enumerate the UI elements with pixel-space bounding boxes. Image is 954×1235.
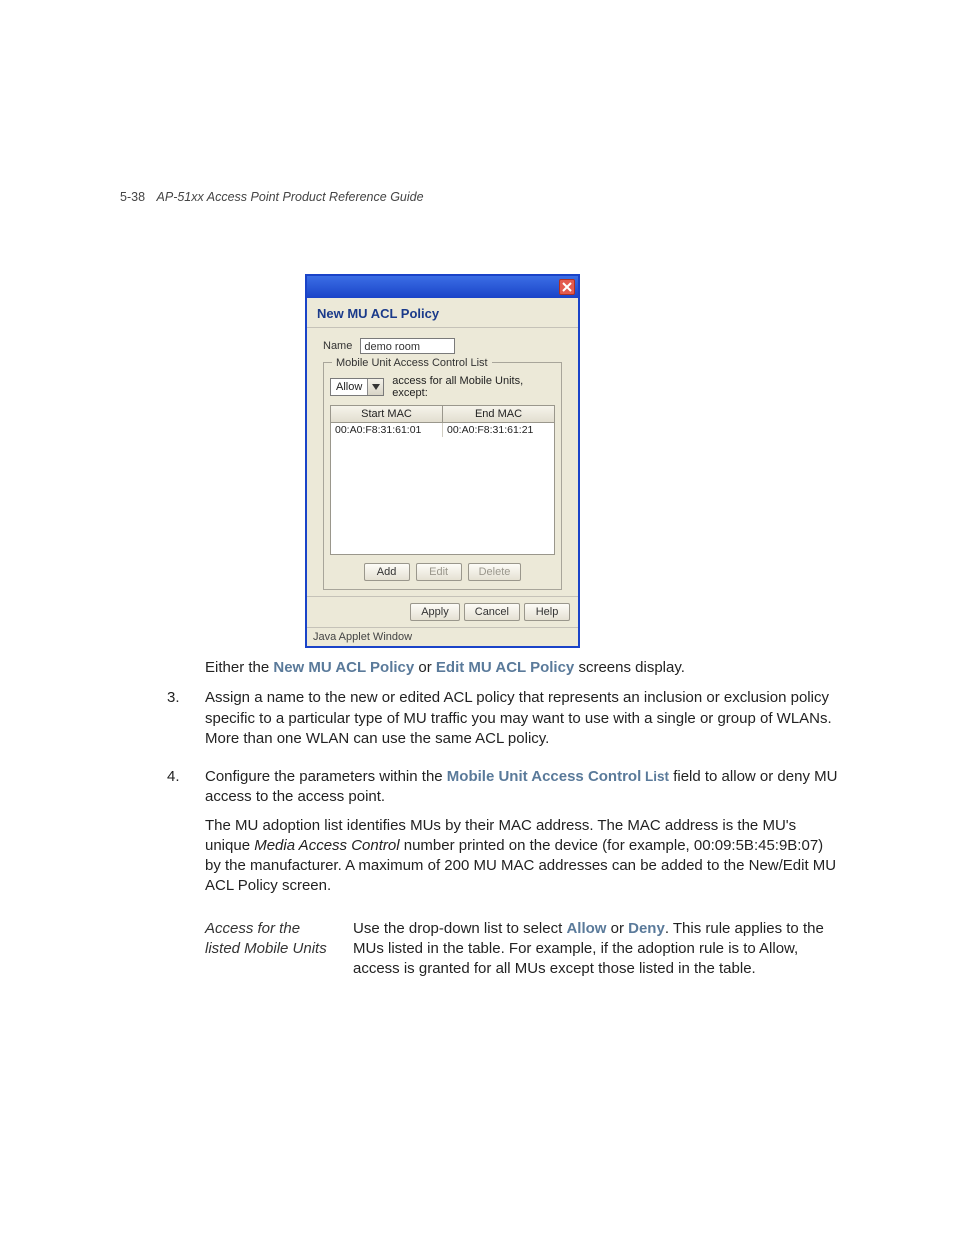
- step4-para2: The MU adoption list identifies MUs by t…: [205, 816, 840, 897]
- add-button[interactable]: Add: [364, 563, 410, 581]
- allow-deny-value: Allow: [331, 381, 367, 393]
- mu-acl-dialog: New MU ACL Policy Name demo room Mobile …: [305, 274, 580, 648]
- help-button[interactable]: Help: [524, 603, 570, 621]
- either-line: Either the New MU ACL Policy or Edit MU …: [205, 658, 840, 678]
- name-label: Name: [323, 340, 352, 352]
- allow-deny-select[interactable]: Allow: [330, 378, 384, 396]
- page-number: 5-38: [120, 190, 145, 204]
- step4-text: Configure the parameters within the Mobi…: [205, 767, 840, 808]
- def-body: Use the drop-down list to select Allow o…: [353, 919, 840, 980]
- def-term: Access for the listed Mobile Units: [205, 919, 335, 980]
- close-icon[interactable]: [559, 279, 575, 295]
- allow-link: Allow: [566, 920, 606, 937]
- col-end-mac: End MAC: [443, 406, 554, 422]
- edit-mu-acl-link: Edit MU ACL Policy: [436, 659, 574, 676]
- fieldset-legend: Mobile Unit Access Control List: [332, 357, 492, 369]
- col-start-mac: Start MAC: [331, 406, 443, 422]
- dialog-heading: New MU ACL Policy: [307, 298, 578, 328]
- name-input[interactable]: demo room: [360, 338, 455, 354]
- text: screens display.: [574, 659, 685, 676]
- doc-title: AP-51xx Access Point Product Reference G…: [157, 190, 424, 204]
- delete-button[interactable]: Delete: [468, 563, 522, 581]
- acl-fieldset: Mobile Unit Access Control List Allow ac…: [323, 362, 562, 590]
- text: Use the drop-down list to select: [353, 920, 566, 937]
- step-number-4: 4.: [167, 767, 205, 905]
- text: or: [606, 920, 628, 937]
- step3-text: Assign a name to the new or edited ACL p…: [205, 688, 840, 749]
- apply-button[interactable]: Apply: [410, 603, 460, 621]
- status-bar: Java Applet Window: [307, 627, 578, 646]
- definition-row: Access for the listed Mobile Units Use t…: [205, 919, 840, 980]
- mac-table[interactable]: Start MAC End MAC 00:A0:F8:31:61:01 00:A…: [330, 405, 555, 555]
- text: Either the: [205, 659, 273, 676]
- cell-start-mac: 00:A0:F8:31:61:01: [331, 423, 443, 437]
- step-number-3: 3.: [167, 688, 205, 757]
- text: or: [414, 659, 436, 676]
- cell-end-mac: 00:A0:F8:31:61:21: [443, 423, 554, 437]
- edit-button[interactable]: Edit: [416, 563, 462, 581]
- text: Configure the parameters within the: [205, 768, 447, 785]
- new-mu-acl-link: New MU ACL Policy: [273, 659, 414, 676]
- allow-suffix-text: access for all Mobile Units, except:: [392, 375, 555, 399]
- cancel-button[interactable]: Cancel: [464, 603, 520, 621]
- chevron-down-icon[interactable]: [367, 379, 383, 395]
- deny-link: Deny: [628, 920, 665, 937]
- dialog-titlebar: [307, 276, 578, 298]
- list-suffix: List: [641, 769, 669, 784]
- table-row[interactable]: 00:A0:F8:31:61:01 00:A0:F8:31:61:21: [331, 423, 554, 437]
- mac-italic: Media Access Control: [254, 837, 399, 854]
- muacl-link: Mobile Unit Access Control: [447, 768, 641, 785]
- page-header: 5-38 AP-51xx Access Point Product Refere…: [120, 190, 840, 204]
